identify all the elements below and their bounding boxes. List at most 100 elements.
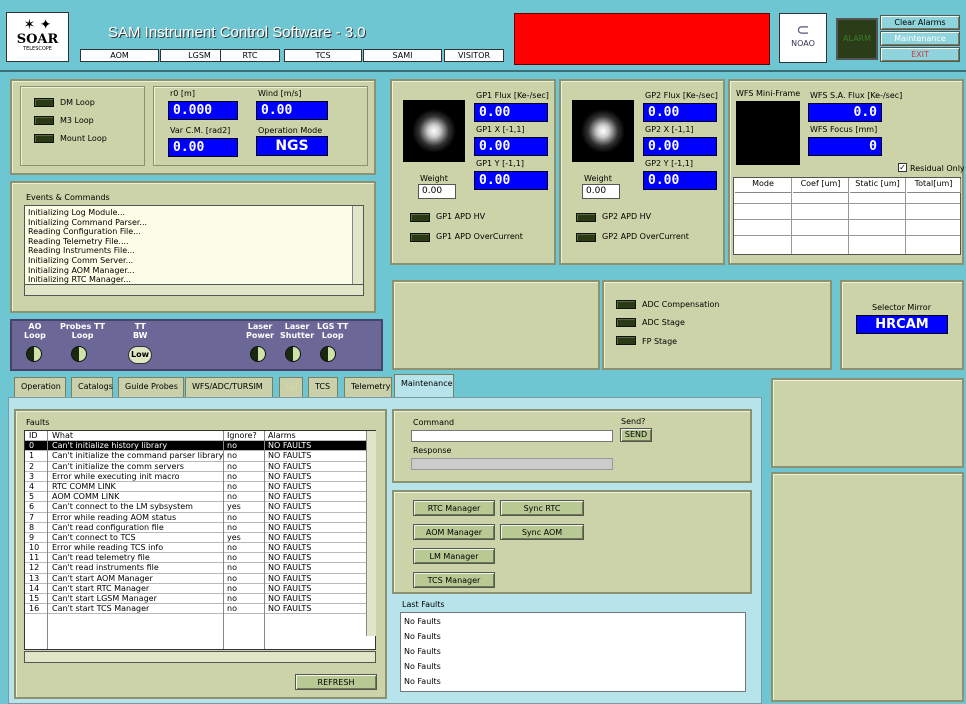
tab-operation[interactable]: Operation	[14, 377, 66, 397]
fp-stage-led	[616, 336, 636, 345]
gp2-y-value: 0.00	[643, 171, 717, 190]
table-cell: no	[227, 451, 237, 461]
m3-loop-led	[34, 116, 54, 125]
table-row[interactable]: 4 RTC COMM LINK no NO FAULTS	[25, 482, 375, 493]
laser-shutter-label: Laser Shutter	[280, 322, 315, 340]
table-cell: no	[227, 461, 237, 471]
last-fault-item: No Faults	[404, 617, 441, 626]
laser-shutter-switch[interactable]	[285, 346, 301, 362]
gp2-apd-oc-label: GP2 APD OverCurrent	[602, 232, 689, 241]
tab-tcs[interactable]: TCS	[308, 377, 338, 397]
maintenance-button[interactable]: Maintenance	[880, 31, 960, 46]
selector-mirror-value: HRCAM	[856, 315, 948, 334]
probes-tt-switch[interactable]	[71, 346, 87, 362]
tab-catalogs[interactable]: Catalogs	[71, 377, 113, 397]
faults-col-divider	[264, 431, 265, 649]
gp2-weight-input[interactable]: 0.00	[582, 184, 620, 199]
table-cell: 1	[29, 451, 35, 461]
command-input[interactable]	[411, 430, 613, 442]
table-row[interactable]: 6 Can't connect to the LM sybsystem yes NO …	[25, 502, 375, 513]
nav-rtc-button[interactable]: RTC	[220, 49, 280, 62]
table-row[interactable]: 8 Can't read configuration file no NO FAULT…	[25, 523, 375, 533]
exit-button[interactable]: EXIT	[880, 47, 960, 62]
table-row[interactable]: 12 Can't read instruments file no NO FAULTS	[25, 563, 375, 574]
tab-telemetry[interactable]: Telemetry	[344, 377, 392, 397]
gp1-weight-input[interactable]: 0.00	[418, 184, 456, 199]
lgs-tt-switch[interactable]	[320, 346, 336, 362]
send-question-label: Send?	[621, 417, 646, 426]
sync-rtc-button[interactable]: Sync RTC	[500, 500, 584, 516]
zernike-col-divider	[905, 178, 906, 254]
tab-maintenance[interactable]: Maintenance	[394, 374, 454, 397]
laser-power-switch[interactable]	[250, 346, 266, 362]
table-row[interactable]: 13 Can't start AOM Manager no NO FAULTS	[25, 574, 375, 584]
fp-stage-label: FP Stage	[642, 337, 678, 346]
table-cell: Can't connect to TCS	[52, 532, 136, 542]
table-row[interactable]: 10 Error while reading TCS info no NO FAULT…	[25, 543, 375, 554]
table-row[interactable]: 0 Can't initialize history library no NO FA…	[25, 441, 375, 452]
table-cell: NO FAULTS	[268, 532, 312, 542]
tab-wfs-adc-tursim[interactable]: WFS/ADC/TURSIM	[185, 377, 273, 397]
faults-hscrollbar[interactable]	[24, 651, 376, 663]
nav-sami-button[interactable]: SAMI	[363, 49, 442, 62]
wind-label: Wind [m/s]	[258, 89, 302, 98]
refresh-button[interactable]: REFRESH	[295, 674, 377, 690]
table-cell: NO FAULTS	[268, 502, 312, 512]
table-row[interactable]: 3 Error while executing init macro no NO FA…	[25, 472, 375, 482]
last-fault-item: No Faults	[404, 632, 441, 641]
tab-llt[interactable]: LLT	[279, 377, 303, 397]
command-label: Command	[413, 418, 455, 427]
dm-loop-label: DM Loop	[60, 98, 95, 107]
wfs-focus-value: 0	[808, 137, 882, 156]
event-line: Initializing Log Module...	[28, 208, 126, 217]
last-faults-list: No Faults No Faults No Faults No Faults No F…	[400, 612, 746, 692]
table-cell: Error while executing init macro	[52, 471, 180, 481]
table-row[interactable]: 5 AOM COMM LINK no NO FAULTS	[25, 492, 375, 503]
app-title: SAM Instrument Control Software - 3.0	[108, 24, 366, 41]
table-cell: yes	[227, 532, 241, 542]
lm-manager-button[interactable]: LM Manager	[413, 548, 495, 564]
events-title: Events & Commands	[26, 193, 110, 202]
table-cell: no	[227, 604, 237, 614]
table-cell: no	[227, 594, 237, 603]
table-row[interactable]: 1 Can't initialize the command parser lib…	[25, 451, 375, 462]
event-line: Reading Instruments File...	[28, 246, 135, 256]
table-cell: no	[227, 583, 237, 593]
gp2-weight-label: Weight	[584, 174, 612, 183]
table-cell: NO FAULTS	[268, 543, 312, 553]
events-scrollbar[interactable]	[352, 206, 363, 284]
send-button[interactable]: SEND	[620, 428, 652, 442]
event-line: Reading Telemetry File....	[28, 236, 129, 246]
table-row[interactable]: 16 Can't start TCS Manager no NO FAULTS	[25, 604, 375, 615]
nav-tcs-button[interactable]: TCS	[284, 49, 362, 62]
alarm-indicator: ALARM	[836, 18, 878, 60]
tcs-manager-button[interactable]: TCS Manager	[413, 572, 495, 588]
table-cell: NO FAULTS	[268, 563, 312, 573]
table-row[interactable]: 11 Can't read telemetry file no NO FAULTS	[25, 553, 375, 564]
table-row[interactable]: 9 Can't connect to TCS yes NO FAULTS	[25, 532, 375, 544]
sync-aom-button[interactable]: Sync AOM	[500, 524, 584, 540]
table-cell: no	[227, 492, 237, 502]
gp1-image	[403, 100, 465, 162]
table-row[interactable]: 7 Error while reading AOM status no NO FAUL…	[25, 513, 375, 523]
tab-guide-probes[interactable]: Guide Probes	[118, 377, 184, 397]
rtc-manager-button[interactable]: RTC Manager	[413, 500, 495, 516]
nav-visitor-button[interactable]: VISITOR	[444, 49, 504, 62]
aom-manager-button[interactable]: AOM Manager	[413, 524, 495, 540]
faults-vscrollbar[interactable]	[366, 431, 376, 636]
table-row[interactable]: 14 Can't start RTC Manager no NO FAULTS	[25, 584, 375, 594]
clear-alarms-button[interactable]: Clear Alarms	[880, 15, 960, 30]
faults-col-header: Alarms	[268, 431, 296, 440]
residual-only-checkbox[interactable]: ✓	[898, 163, 907, 172]
table-row[interactable]: 2 Can't initialize the comm servers no NO F…	[25, 462, 375, 472]
tt-bw-switch[interactable]: Low	[128, 346, 152, 364]
table-row[interactable]: 15 Can't start LGSM Manager no NO FAULTS	[25, 594, 375, 605]
right-panel-top	[771, 378, 964, 468]
soar-logo: ✶ ✦ SOAR TELESCOPE	[6, 12, 69, 62]
ao-loop-switch[interactable]	[26, 346, 42, 362]
table-cell: 0	[29, 441, 35, 451]
residual-only-label: Residual Only	[910, 164, 965, 173]
nav-aom-button[interactable]: AOM	[80, 49, 159, 62]
gp1-flux-value: 0.00	[474, 103, 548, 122]
events-hscrollbar[interactable]	[24, 284, 364, 296]
